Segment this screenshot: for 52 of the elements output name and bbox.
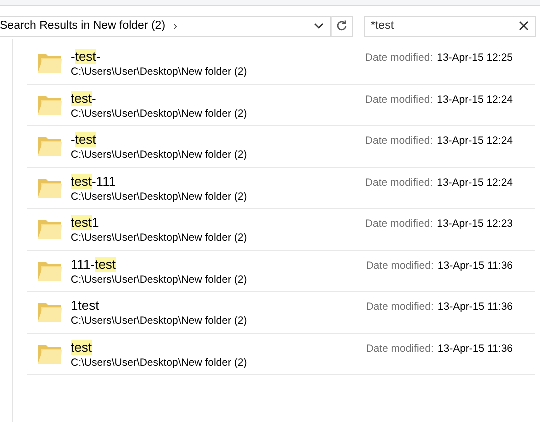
search-field[interactable]: *test	[364, 16, 536, 36]
folder-icon	[37, 134, 63, 158]
file-path: C:\Users\User\Desktop\New folder (2)	[71, 315, 248, 328]
search-result[interactable]: 111-test C:\Users\User\Desktop\New folder (2) Date modified: 13-Apr-15 11:36	[27, 250, 535, 292]
date-label: Date modified:	[366, 342, 434, 354]
file-path: C:\Users\User\Desktop\New folder (2)	[71, 190, 248, 203]
date-label: Date modified:	[365, 94, 434, 106]
date-label: Date modified:	[365, 52, 434, 64]
search-result[interactable]: test1 C:\Users\User\Desktop\New folder (2) Date modified: 13-Apr-15 12:23	[27, 209, 535, 250]
breadcrumb-arrow[interactable]: ›	[174, 19, 178, 33]
file-path: C:\Users\User\Desktop\New folder (2)	[71, 232, 248, 244]
search-result[interactable]: test-111 C:\Users\User\Desktop\New folder (2) Date modified: 13-Apr-15 12:24	[27, 168, 535, 209]
date-label: Date modified:	[366, 301, 434, 313]
folder-icon	[37, 51, 63, 76]
date-value: 13-Apr-15 11:36	[438, 301, 513, 313]
date-label: Date modified:	[365, 176, 434, 188]
search-result[interactable]: -test- C:\Users\User\Desktop\New folder (2) Date modified: 13-Apr-15 12:25	[27, 43, 535, 84]
file-path: C:\Users\User\Desktop\New folder (2)	[71, 66, 248, 78]
file-name: test-111	[71, 172, 118, 190]
refresh-button[interactable]	[331, 16, 353, 36]
date-value: 13-Apr-15 12:24	[437, 94, 513, 106]
search-result[interactable]: test C:\Users\User\Desktop\New folder (2) Date modified: 13-Apr-15 11:36	[27, 334, 535, 375]
file-name: 111-test	[71, 256, 118, 273]
date-value: 13-Apr-15 12:23	[437, 218, 513, 230]
file-path: C:\Users\User\Desktop\New folder (2)	[71, 149, 248, 162]
close-icon[interactable]	[519, 21, 529, 31]
file-name: test-	[71, 90, 98, 107]
file-name: 1test	[71, 297, 100, 314]
date-value: 13-Apr-15 12:24	[437, 135, 513, 147]
file-name: test1	[71, 214, 100, 232]
search-result[interactable]: test- C:\Users\User\Desktop\New folder (2) Date modified: 13-Apr-15 12:24	[27, 84, 535, 126]
date-label: Date modified:	[365, 218, 434, 230]
search-result[interactable]: 1test C:\Users\User\Desktop\New folder (2) Date modified: 13-Apr-15 11:36	[27, 292, 535, 334]
date-label: Date modified:	[365, 135, 434, 147]
date-value: 13-Apr-15 12:25	[437, 52, 513, 64]
file-path: C:\Users\User\Desktop\New folder (2)	[71, 274, 248, 286]
search-result[interactable]: -test C:\Users\User\Desktop\New folder (2) Date modified: 13-Apr-15 12:24	[27, 126, 535, 168]
folder-icon	[37, 300, 63, 324]
file-name: -test	[71, 131, 98, 148]
address-bar[interactable]: Search Results in New folder (2) ›	[0, 16, 331, 36]
date-value: 13-Apr-15 11:36	[438, 342, 513, 354]
file-path: C:\Users\User\Desktop\New folder (2)	[71, 356, 248, 369]
file-path: C:\Users\User\Desktop\New folder (2)	[71, 108, 248, 120]
folder-icon	[37, 217, 63, 242]
refresh-icon[interactable]	[336, 20, 348, 32]
date-value: 13-Apr-15 11:36	[438, 260, 513, 272]
file-name: test	[71, 338, 93, 356]
chevron-down-icon[interactable]	[314, 23, 324, 29]
date-label: Date modified:	[366, 260, 434, 272]
date-value: 13-Apr-15 12:24	[437, 176, 513, 188]
address-location: Search Results in New folder (2)	[0, 20, 166, 32]
file-name: -test-	[71, 48, 102, 66]
